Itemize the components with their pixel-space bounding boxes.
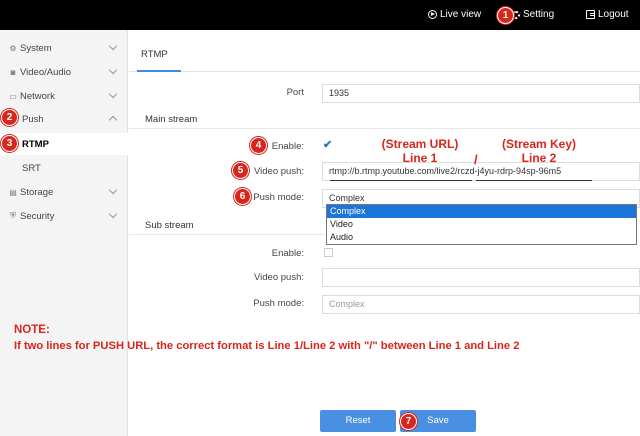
step-badge-2: 2 <box>1 109 18 126</box>
chevron-up-icon <box>108 115 118 125</box>
enable-label: Enable: <box>271 141 304 152</box>
port-label: Port <box>286 87 304 98</box>
sidebar-item-security[interactable]: ⛨ Security <box>0 205 128 227</box>
logout-link[interactable]: Logout <box>586 9 629 20</box>
sidebar-item-srt[interactable]: SRT <box>0 157 128 179</box>
sub-video-push-label: Video push: <box>253 272 304 283</box>
step-badge-1: 1 <box>497 7 514 24</box>
step-badge-7: 7 <box>400 413 417 430</box>
reset-button[interactable]: Reset <box>320 410 396 432</box>
logout-icon <box>586 10 595 19</box>
stream-url-annotation: (Stream URL) Line 1 <box>360 137 480 165</box>
stream-url-title: (Stream URL) <box>381 137 459 151</box>
step-badge-3: 3 <box>1 135 18 152</box>
dropdown-option-complex[interactable]: Complex <box>327 205 636 218</box>
stream-key-underline <box>476 180 592 181</box>
enable-checkbox[interactable]: ✔ <box>323 138 332 151</box>
sidebar-item-video-audio[interactable]: ◙ Video/Audio <box>0 61 128 83</box>
tab-rtmp[interactable]: RTMP <box>141 49 168 60</box>
live-view-label: Live view <box>440 9 482 20</box>
sidebar-item-rtmp[interactable]: RTMP <box>0 133 128 155</box>
live-view-link[interactable]: Live view <box>428 9 481 20</box>
sidebar-item-label: RTMP <box>22 138 49 150</box>
note-body: If two lines for PUSH URL, the correct f… <box>14 340 520 352</box>
sidebar-item-network[interactable]: ▭ Network <box>0 85 128 107</box>
dropdown-option-video[interactable]: Video <box>327 218 636 231</box>
dropdown-option-audio[interactable]: Audio <box>327 231 636 244</box>
setting-link[interactable]: Setting <box>512 9 554 20</box>
top-navbar: Live view Setting Logout <box>0 0 640 30</box>
chevron-down-icon <box>108 185 118 195</box>
sidebar-item-label: SRT <box>22 162 41 174</box>
shield-icon: ⛨ <box>10 211 16 220</box>
push-mode-label: Push mode: <box>253 192 304 203</box>
sidebar-item-label: Storage <box>20 186 54 198</box>
chevron-down-icon <box>108 65 118 75</box>
tab-bar: RTMP <box>129 30 640 72</box>
sub-video-push-input[interactable] <box>322 268 640 287</box>
stream-key-annotation: (Stream Key) Line 2 <box>480 137 598 165</box>
chevron-down-icon <box>108 209 118 219</box>
step-badge-4: 4 <box>250 137 267 154</box>
step-badge-6: 6 <box>234 188 251 205</box>
sidebar-item-system[interactable]: ⚙ System <box>0 37 128 59</box>
setting-label: Setting <box>523 9 555 20</box>
sidebar-item-label: Network <box>20 90 55 102</box>
tab-active-indicator <box>137 70 181 72</box>
play-circle-icon <box>428 10 437 19</box>
sub-push-mode-label: Push mode: <box>253 298 304 309</box>
sub-stream-title: Sub stream <box>129 217 325 235</box>
chevron-down-icon <box>108 89 118 99</box>
video-push-label: Video push: <box>253 166 304 177</box>
sub-enable-checkbox[interactable] <box>324 248 333 257</box>
stream-url-line: Line 1 <box>402 151 438 165</box>
step-badge-5: 5 <box>232 162 249 179</box>
sidebar-item-label: System <box>20 42 52 54</box>
sidebar-item-label: Push <box>22 113 44 125</box>
camera-icon: ◙ <box>10 67 16 77</box>
sidebar-item-push[interactable]: Push <box>0 108 128 130</box>
stream-key-title: (Stream Key) <box>501 137 577 151</box>
sidebar-item-storage[interactable]: ▤ Storage <box>0 181 128 203</box>
stream-key-line: Line 2 <box>521 151 557 165</box>
port-input[interactable]: 1935 <box>322 84 640 103</box>
stream-url-underline <box>330 180 472 181</box>
push-mode-dropdown[interactable]: Complex Video Audio <box>326 204 637 245</box>
sidebar-item-label: Video/Audio <box>20 66 72 78</box>
logout-label: Logout <box>598 9 629 20</box>
sidebar-item-label: Security <box>20 210 55 222</box>
storage-icon: ▤ <box>9 187 17 197</box>
chevron-down-icon <box>108 41 118 51</box>
monitor-icon: ▭ <box>9 91 17 101</box>
slash-annotation: / <box>474 152 478 167</box>
sub-push-mode-select[interactable]: Complex <box>322 295 640 314</box>
sidebar: ⚙ System ◙ Video/Audio ▭ Network Push RT… <box>0 30 128 436</box>
sub-enable-label: Enable: <box>271 248 304 259</box>
main-stream-title: Main stream <box>129 111 640 129</box>
gear-icon: ⚙ <box>9 43 17 53</box>
note-title: NOTE: <box>14 324 50 336</box>
